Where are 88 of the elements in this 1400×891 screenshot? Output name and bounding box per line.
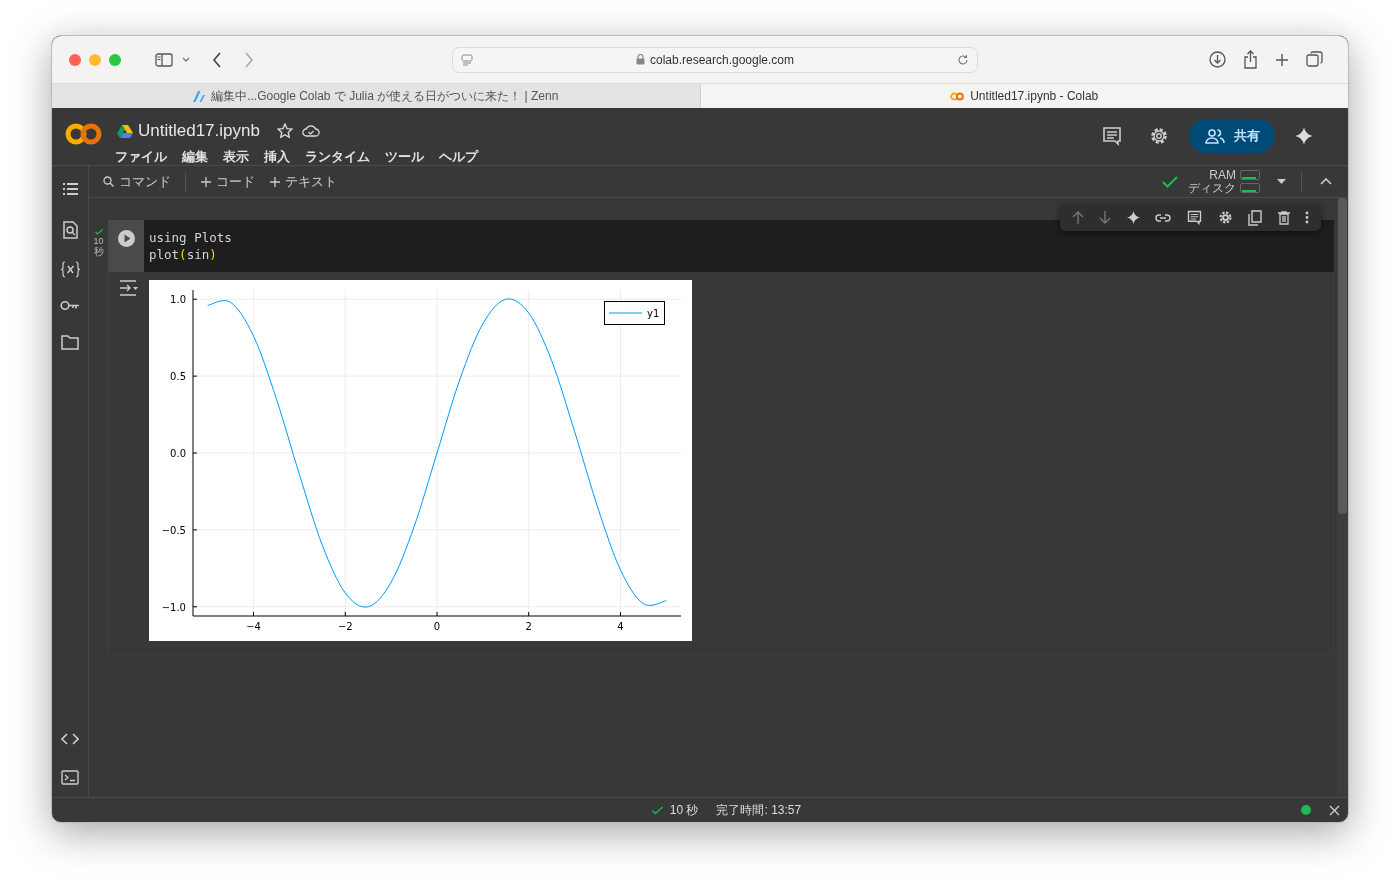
menu-item[interactable]: ツール xyxy=(385,146,424,166)
x-tick-label: 2 xyxy=(525,621,532,632)
x-tick-label: 4 xyxy=(617,621,624,632)
y-tick-label: −1.0 xyxy=(161,601,186,613)
sidebar-icon[interactable] xyxy=(155,52,173,67)
download-icon[interactable] xyxy=(1209,51,1226,68)
slash-logo-icon xyxy=(193,90,206,102)
delete-icon[interactable] xyxy=(1277,210,1290,225)
share-button[interactable]: 共有 xyxy=(1189,119,1275,153)
y-tick-label: 0.0 xyxy=(170,448,186,459)
code-icon[interactable] xyxy=(61,733,79,745)
add-code-label: コード xyxy=(216,172,255,191)
command-palette-button[interactable]: コマンド xyxy=(103,171,171,192)
sparkle-icon[interactable] xyxy=(1126,211,1140,224)
browser-tab[interactable]: 編集中...Google Colab で Julia が使える日がついに来た！ | Zenn xyxy=(52,84,701,108)
output-actions-icon[interactable] xyxy=(119,280,139,296)
menu-item[interactable]: 編集 xyxy=(182,146,208,166)
menu-item[interactable]: ファイル xyxy=(115,146,167,166)
key-icon[interactable] xyxy=(60,300,80,311)
sparkle-icon[interactable] xyxy=(1295,127,1313,145)
move-up-icon[interactable] xyxy=(1071,211,1084,224)
run-cell-button[interactable] xyxy=(117,230,135,247)
colab-logo-icon xyxy=(950,91,965,101)
disk-meter xyxy=(1240,183,1260,193)
address-bar[interactable]: colab.research.google.com xyxy=(452,46,978,73)
url-text: colab.research.google.com xyxy=(649,51,795,69)
lock-icon xyxy=(635,54,645,65)
star-icon[interactable] xyxy=(276,123,293,139)
close-button[interactable] xyxy=(69,53,81,66)
colab-logo[interactable] xyxy=(65,123,102,145)
new-tab-icon[interactable] xyxy=(1275,52,1289,67)
close-icon[interactable] xyxy=(1329,804,1340,816)
check-icon xyxy=(651,805,663,815)
command-label: コマンド xyxy=(119,172,171,191)
execution-duration: 10 秒 xyxy=(669,802,699,819)
more-icon[interactable] xyxy=(1305,211,1310,224)
menu-item[interactable]: ヘルプ xyxy=(439,146,478,166)
share-icon[interactable] xyxy=(1243,50,1258,69)
add-code-button[interactable]: コード xyxy=(201,171,255,192)
tab-overview-icon[interactable] xyxy=(1306,51,1323,68)
menu-item[interactable]: 挿入 xyxy=(264,146,290,166)
back-icon[interactable] xyxy=(212,51,222,68)
menu-item[interactable]: 表示 xyxy=(223,146,249,166)
find-icon[interactable] xyxy=(62,221,78,239)
add-text-label: テキスト xyxy=(285,172,337,191)
settings-icon[interactable] xyxy=(1149,126,1169,146)
y-tick-label: 1.0 xyxy=(170,294,186,306)
comment-icon[interactable] xyxy=(1186,210,1202,225)
move-down-icon[interactable] xyxy=(1099,211,1112,224)
people-icon xyxy=(1204,128,1225,144)
comment-icon[interactable] xyxy=(1102,126,1122,146)
x-tick-label: −2 xyxy=(337,621,353,632)
collapse-icon[interactable] xyxy=(1320,178,1332,185)
browser-tab[interactable]: Untitled17.ipynb - Colab xyxy=(700,84,1348,108)
plus-icon xyxy=(201,176,211,187)
y-tick-label: −0.5 xyxy=(161,524,186,536)
terminal-icon[interactable] xyxy=(61,770,79,785)
dropdown-caret-icon[interactable] xyxy=(1277,179,1286,184)
ram-meter xyxy=(1240,170,1260,180)
mirror-cell-icon[interactable] xyxy=(1248,209,1263,226)
execution-unit: 秒 xyxy=(93,246,104,257)
link-icon[interactable] xyxy=(1155,213,1172,222)
menu-item[interactable]: ランタイム xyxy=(305,146,370,166)
page-icon xyxy=(461,53,473,66)
reload-icon[interactable] xyxy=(957,53,969,66)
completion-time: 完了時間: 13:57 xyxy=(716,802,802,819)
folder-icon[interactable] xyxy=(61,335,79,350)
legend-label: y1 xyxy=(647,308,660,319)
chevron-down-icon[interactable] xyxy=(182,56,190,63)
code-line: using Plots xyxy=(149,229,232,246)
y-tick-label: 0.5 xyxy=(170,371,186,383)
settings-icon[interactable] xyxy=(1217,210,1233,225)
search-icon xyxy=(103,176,114,187)
x-tick-label: −4 xyxy=(246,621,261,632)
variables-icon[interactable] xyxy=(59,261,81,278)
cloud-icon[interactable] xyxy=(301,124,320,137)
x-tick-label: 0 xyxy=(433,621,441,632)
notebook-title[interactable]: Untitled17.ipynb xyxy=(138,118,260,144)
add-text-button[interactable]: テキスト xyxy=(270,171,337,192)
ram-label: RAM xyxy=(1209,168,1236,182)
check-icon xyxy=(1162,175,1178,188)
disk-label: ディスク xyxy=(1188,181,1236,195)
drive-icon[interactable] xyxy=(117,123,133,138)
execution-time: 10 xyxy=(93,236,104,246)
plus-icon xyxy=(270,176,280,187)
code-line: plot(sin) xyxy=(149,246,218,263)
table-of-contents-icon[interactable] xyxy=(61,182,79,196)
check-icon xyxy=(94,229,103,235)
